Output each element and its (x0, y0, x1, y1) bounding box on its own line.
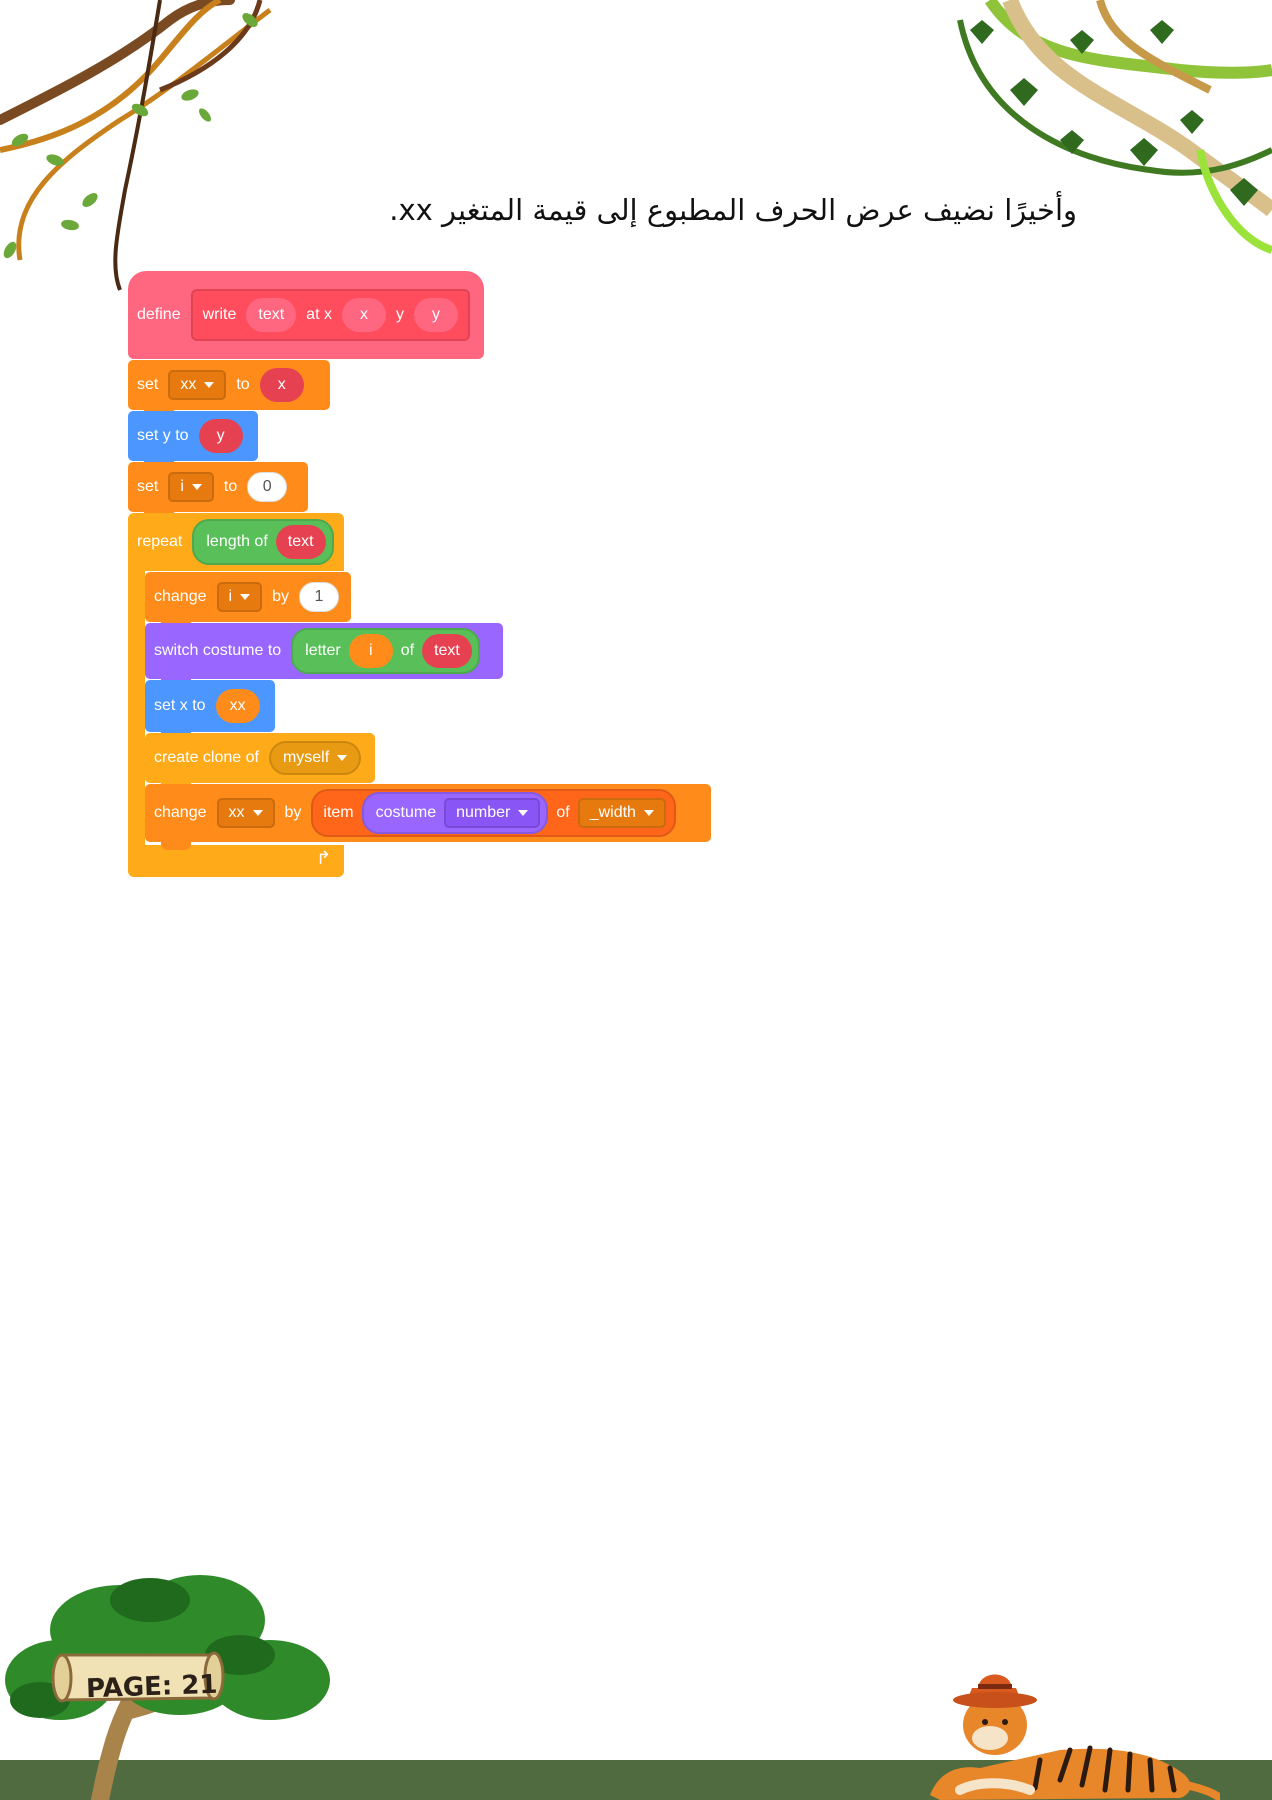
clone-target: myself (282, 749, 330, 766)
change-keyword: change (154, 804, 207, 821)
chevron-down-icon (337, 755, 348, 761)
costume-prop: number (456, 804, 511, 821)
repeat-arrow-icon: ↱ (316, 848, 332, 869)
create-clone-block[interactable]: create clone of myself (145, 733, 375, 791)
chevron-down-icon (252, 810, 263, 816)
letter-label: letter (305, 642, 341, 659)
list-name: _width (589, 804, 636, 821)
label-y: y (395, 306, 404, 323)
clone-target-dropdown[interactable]: myself (268, 741, 362, 775)
reporter-x[interactable]: x (259, 368, 304, 402)
var-dropdown-xx[interactable]: xx (168, 370, 227, 400)
chevron-down-icon (191, 484, 202, 490)
reporter-i[interactable]: i (348, 634, 393, 668)
var-name: xx (180, 376, 197, 393)
reporter-text[interactable]: text (275, 525, 326, 559)
var-name: i (180, 478, 184, 495)
set-x-block[interactable]: set x to xx (145, 680, 275, 740)
change-xx-block[interactable]: change xx by item costume number of _wid… (145, 784, 711, 850)
list-dropdown[interactable]: _width (577, 798, 666, 828)
param-x[interactable]: x (341, 298, 386, 332)
chevron-down-icon (643, 810, 654, 816)
set-keyword: set (137, 376, 159, 393)
costume-label: costume (375, 804, 437, 821)
length-of-label: length of (206, 533, 268, 550)
var-dropdown-xx[interactable]: xx (216, 798, 275, 828)
label-at-x: at x (306, 306, 332, 323)
set-y-block[interactable]: set y to y (128, 411, 258, 469)
by-label: by (272, 588, 289, 605)
switch-costume-block[interactable]: switch costume to letter i of text (145, 623, 503, 687)
to-label: to (223, 478, 238, 495)
var-name: i (228, 588, 233, 605)
value-input-1[interactable]: 1 (298, 582, 339, 612)
create-clone-label: create clone of (154, 749, 259, 766)
costume-prop-dropdown[interactable]: number (444, 798, 541, 828)
change-i-block[interactable]: change i by 1 (145, 572, 351, 630)
var-dropdown-i[interactable]: i (168, 472, 214, 502)
reporter-y[interactable]: y (198, 419, 243, 453)
item-of-list-reporter[interactable]: item costume number of _width (311, 789, 676, 837)
scratch-script: define write text at x x y y set xx to x… (0, 0, 1272, 900)
define-keyword: define (137, 306, 181, 323)
custom-block-prototype: write text at x x y y (190, 289, 470, 341)
chevron-down-icon (204, 382, 215, 388)
length-of-reporter[interactable]: length of text (192, 519, 334, 565)
reporter-xx[interactable]: xx (215, 689, 260, 723)
set-x-label: set x to (154, 697, 206, 714)
by-label: by (284, 804, 302, 821)
repeat-keyword: repeat (137, 533, 183, 550)
set-y-label: set y to (137, 427, 189, 444)
costume-reporter[interactable]: costume number (361, 792, 549, 834)
of-label: of (400, 642, 415, 659)
letter-of-reporter[interactable]: letter i of text (291, 628, 480, 674)
switch-costume-label: switch costume to (154, 642, 282, 659)
chevron-down-icon (240, 594, 251, 600)
reporter-text[interactable]: text (422, 634, 472, 668)
chevron-down-icon (518, 810, 529, 816)
custom-block-name: write (202, 306, 237, 323)
var-dropdown-i[interactable]: i (216, 582, 263, 612)
of-label: of (556, 804, 570, 821)
set-xx-block[interactable]: set xx to x (128, 360, 330, 418)
param-text[interactable]: text (246, 298, 297, 332)
page-number-label: PAGE: 21 (85, 1669, 219, 1705)
set-i-block[interactable]: set i to 0 (128, 462, 308, 520)
to-label: to (236, 376, 250, 393)
var-name: xx (228, 804, 245, 821)
define-block[interactable]: define write text at x x y y (128, 271, 484, 359)
repeat-header: repeat length of text (128, 513, 344, 571)
item-label: item (323, 804, 354, 821)
set-keyword: set (137, 478, 159, 495)
param-y[interactable]: y (413, 298, 458, 332)
tiger-with-hat-bottom-right (930, 1674, 1220, 1800)
change-keyword: change (154, 588, 207, 605)
value-input-0[interactable]: 0 (247, 472, 288, 502)
